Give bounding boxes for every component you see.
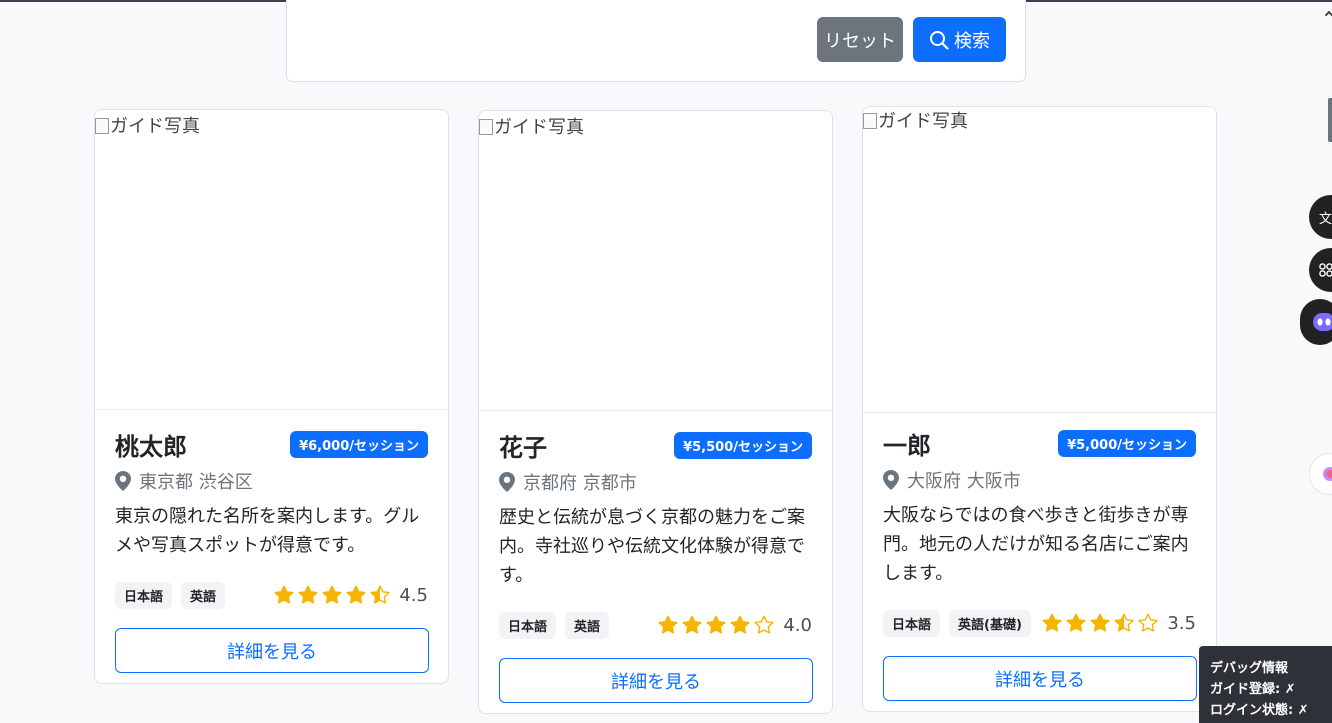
translate-widget-button[interactable]: 文 [1309,195,1332,239]
card-body: 一郎 ¥5,000/セッション 大阪府 大阪市 大阪ならではの食べ歩きと街歩きが… [863,413,1216,701]
broken-image-icon [95,118,109,134]
location: 京都府 京都市 [499,469,812,495]
language-tag: 英語 [565,611,610,639]
guide-photo: ガイド写真 [479,111,832,411]
location-text: 東京都 渋谷区 [139,472,253,493]
map-pin-icon [499,472,515,492]
guide-name: 花子 [499,433,547,462]
assistant-widget-button[interactable] [1300,299,1332,345]
location: 大阪府 大阪市 [883,467,1196,493]
language-tag: 英語(基礎) [949,609,1031,637]
view-details-button[interactable]: 詳細を見る [499,658,813,703]
debug-guide-registration: ガイド登録: ✗ [1210,682,1296,697]
price-badge: ¥5,500/セッション [674,431,812,459]
guide-card: ガイド写真 一郎 ¥5,000/セッション 大阪府 大阪市 大阪ならではの食べ歩… [862,106,1217,712]
view-details-button[interactable]: 詳細を見る [883,656,1197,701]
star-full-icon [1042,613,1062,632]
guide-photo-alt: ガイド写真 [494,117,584,138]
star-half-icon [1114,613,1134,632]
language-tag: 日本語 [883,609,941,637]
search-panel: リセット 検索 [286,0,1026,82]
rating: 3.5 [1042,613,1196,634]
star-full-icon [322,585,342,604]
guide-description: 東京の隠れた名所を案内します。グルメや写真スポットが得意です。 [115,506,420,556]
language-tags: 日本語 英語(基礎) [883,609,1031,637]
rating-stars [274,585,390,605]
guide-description: 大阪ならではの食べ歩きと街歩きが専門。地元の人だけが知る名店にご案内します。 [883,505,1189,584]
guide-photo-alt: ガイド写真 [878,111,968,132]
guide-name: 桃太郎 [115,432,187,461]
rating: 4.0 [658,615,812,636]
language-tags: 日本語 英語 [115,581,226,609]
star-full-icon [682,615,702,634]
star-full-icon [1090,613,1110,632]
map-pin-icon [883,470,899,490]
price-badge: ¥6,000/セッション [290,430,428,458]
card-body: 桃太郎 ¥6,000/セッション 東京都 渋谷区 東京の隠れた名所を案内します。… [95,410,448,673]
card-body: 花子 ¥5,500/セッション 京都府 京都市 歴史と伝統が息づく京都の魅力をご… [479,411,832,703]
star-full-icon [730,615,750,634]
translate-icon: 文 [1319,211,1332,227]
debug-login-status: ログイン状態: ✗ [1210,703,1309,718]
star-full-icon [346,585,366,604]
language-tag: 日本語 [115,581,173,609]
location-text: 京都府 京都市 [523,473,637,494]
star-empty-icon [754,615,774,634]
extension-logo-icon [1323,467,1332,481]
search-button[interactable]: 検索 [913,17,1006,62]
location: 東京都 渋谷区 [115,468,428,494]
view-details-button[interactable]: 詳細を見る [115,628,429,673]
guide-name: 一郎 [883,431,931,460]
extension-widget-button[interactable] [1309,453,1332,495]
reset-button[interactable]: リセット [817,17,903,62]
broken-image-icon [863,113,877,129]
star-full-icon [658,615,678,634]
grid-apps-icon [1319,263,1332,277]
map-pin-icon [115,471,131,491]
guide-description: 歴史と伝統が息づく京都の魅力をご案内。寺社巡りや伝統文化体験が得意です。 [499,507,805,586]
rating: 4.5 [274,585,428,606]
star-full-icon [274,585,294,604]
guide-photo: ガイド写真 [863,107,1216,413]
location-text: 大阪府 大阪市 [907,471,1021,492]
scroll-up-icon[interactable] [1324,10,1332,20]
star-full-icon [298,585,318,604]
rating-value: 4.0 [783,614,812,636]
guide-photo-alt: ガイド写真 [110,116,200,137]
rating-value: 3.5 [1167,612,1196,634]
assistant-bot-icon [1313,313,1332,331]
guide-card: ガイド写真 桃太郎 ¥6,000/セッション 東京都 渋谷区 東京の隠れた名所を… [94,109,449,684]
broken-image-icon [479,119,493,135]
rating-stars [1042,613,1158,633]
star-full-icon [1066,613,1086,632]
price-badge: ¥5,000/セッション [1058,429,1196,457]
search-button-label: 検索 [954,30,990,52]
star-empty-icon [1138,613,1158,632]
debug-title: デバッグ情報 [1210,661,1289,676]
rating-value: 4.5 [399,584,428,606]
language-tag: 日本語 [499,611,557,639]
guide-card: ガイド写真 花子 ¥5,500/セッション 京都府 京都市 歴史と伝統が息づく京… [478,110,833,714]
language-tag: 英語 [181,581,226,609]
debug-info-panel: デバッグ情報 ガイド登録: ✗ ログイン状態: ✗ [1199,646,1332,723]
language-tags: 日本語 英語 [499,611,610,639]
search-icon [930,30,949,50]
apps-widget-button[interactable] [1309,248,1332,292]
page-scrollbar[interactable] [1328,98,1332,142]
star-half-icon [370,585,390,604]
rating-stars [658,615,774,635]
guide-photo: ガイド写真 [95,110,448,410]
star-full-icon [706,615,726,634]
